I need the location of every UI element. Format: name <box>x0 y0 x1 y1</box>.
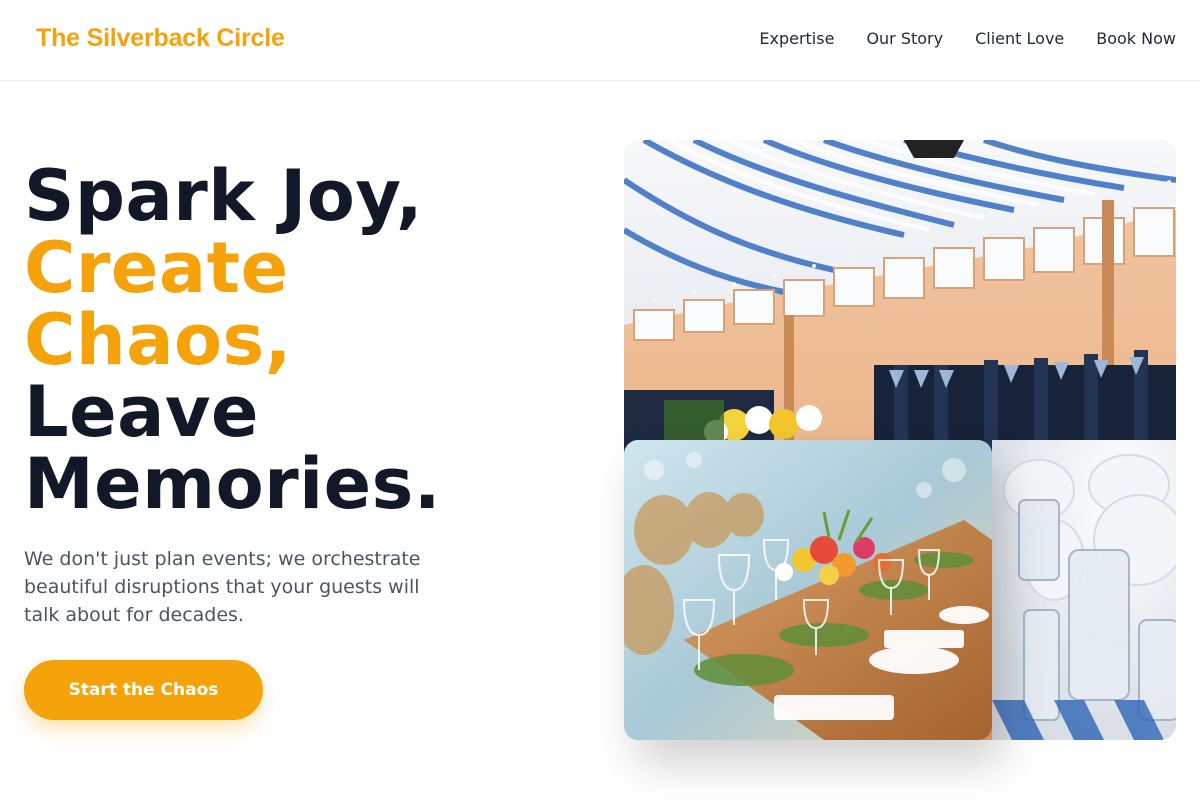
site-header: The Silverback Circle Expertise Our Stor… <box>0 0 1200 81</box>
nav-link-book-now[interactable]: Book Now <box>1096 29 1176 49</box>
start-the-chaos-button[interactable]: Start the Chaos <box>24 660 263 720</box>
headline-line-3: Chaos, <box>24 299 292 381</box>
headline-line-1: Spark Joy, <box>24 155 424 237</box>
nav-link-our-story[interactable]: Our Story <box>866 29 943 49</box>
brand-logo[interactable]: The Silverback Circle <box>36 24 285 53</box>
headline-line-2: Create <box>24 227 289 309</box>
main-nav: Expertise Our Story Client Love Book Now <box>759 29 1176 49</box>
nav-link-client-love[interactable]: Client Love <box>975 29 1064 49</box>
hero-headline: Spark Joy, Create Chaos, Leave Memories. <box>24 160 441 520</box>
headline-line-5: Memories. <box>24 443 441 525</box>
nav-link-expertise[interactable]: Expertise <box>759 29 834 49</box>
banquet-table-photo <box>624 440 992 740</box>
hero-subtext: We don't just plan events; we orchestrat… <box>24 548 421 626</box>
headline-line-4: Leave <box>24 371 259 453</box>
